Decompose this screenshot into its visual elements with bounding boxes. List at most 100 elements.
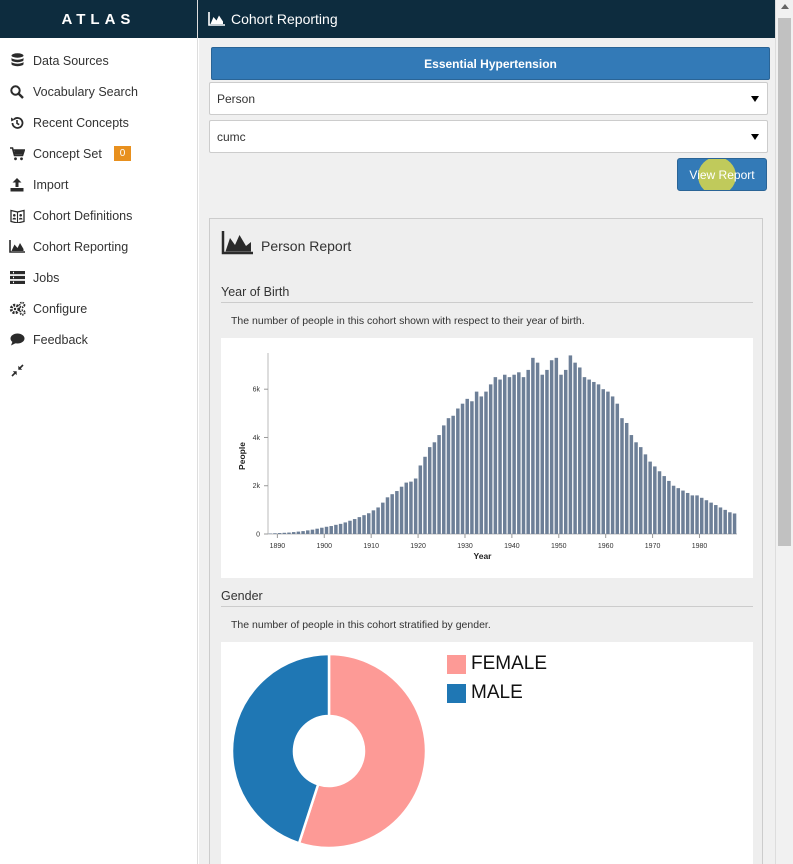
gender-heading: Gender — [221, 589, 753, 607]
report-type-value: Person — [217, 91, 256, 106]
sidebar-item-label: Data Sources — [33, 53, 109, 68]
view-report-button[interactable]: View Report — [677, 158, 767, 191]
histogram-bar — [653, 466, 657, 534]
x-tick-label: 1970 — [645, 543, 661, 550]
histogram-bar — [699, 497, 704, 534]
report-panel: Person Report Year of Birth The number o… — [209, 218, 763, 864]
histogram-bar — [531, 357, 535, 534]
histogram-bar — [277, 533, 282, 534]
sidebar-item-configure[interactable]: Configure — [0, 293, 198, 324]
histogram-bar — [676, 488, 681, 534]
histogram-bar — [418, 465, 423, 534]
histogram-bar — [718, 507, 723, 534]
histogram-bar — [634, 442, 638, 534]
histogram-bar — [695, 495, 699, 534]
sidebar-item-import[interactable]: Import — [0, 169, 198, 200]
year-of-birth-chart: 1890 1900 1910 1920 1930 1940 1950 1960 1970 1980… — [221, 338, 753, 578]
sidebar-collapse-button[interactable] — [0, 355, 40, 386]
histogram-bar — [512, 374, 516, 534]
histogram-bar — [498, 379, 502, 534]
histogram-bar — [287, 532, 291, 534]
y-axis-label: People — [237, 442, 247, 470]
year-of-birth-description: The number of people in this cohort show… — [231, 315, 585, 327]
sidebar-item-concept-set[interactable]: Concept Set 0 — [0, 138, 198, 169]
histogram-bar — [704, 500, 709, 534]
sidebar-item-vocabulary-search[interactable]: Vocabulary Search — [0, 76, 198, 107]
x-tick-label: 1930 — [457, 543, 473, 550]
concept-set-count-badge: 0 — [113, 146, 132, 161]
histogram-bar — [334, 524, 338, 534]
report-type-select[interactable]: Person — [209, 82, 768, 115]
sidebar-item-cohort-reporting[interactable]: Cohort Reporting — [0, 231, 198, 262]
histogram-bar — [615, 403, 620, 534]
histogram-bar — [362, 515, 366, 534]
histogram-bar — [728, 512, 732, 534]
histogram-bar — [709, 502, 713, 534]
histogram-bar — [723, 509, 727, 534]
scrollbar-thumb[interactable] — [778, 18, 791, 546]
histogram-bar — [306, 530, 310, 534]
histogram-bar — [456, 408, 460, 534]
histogram-bar — [629, 435, 634, 534]
caret-down-icon — [751, 134, 759, 140]
histogram-bar — [690, 495, 695, 534]
x-tick-label: 1910 — [363, 543, 379, 550]
histogram-bar — [381, 502, 385, 534]
histogram-bar — [517, 372, 521, 534]
y-tick-label: 4k — [253, 435, 261, 442]
histogram-bar — [465, 398, 469, 534]
scroll-up-arrow-icon[interactable] — [781, 4, 789, 9]
area-chart-icon — [8, 239, 26, 255]
histogram-bar — [554, 357, 559, 534]
sidebar-item-label: Configure — [33, 301, 88, 316]
histogram-bar — [639, 447, 643, 534]
histogram-bar — [395, 491, 399, 534]
sidebar-item-label: Import — [33, 177, 69, 192]
list-icon — [8, 270, 26, 286]
y-tick-label: 0 — [256, 532, 260, 539]
histogram-bar — [643, 454, 648, 534]
histogram-bar — [606, 391, 610, 534]
sidebar-item-cohort-definitions[interactable]: Cohort Definitions — [0, 200, 198, 231]
brand-logo[interactable]: ATLAS — [0, 0, 197, 38]
report-header: Person Report — [221, 231, 351, 260]
histogram-bar — [549, 360, 554, 534]
histogram-bar — [310, 529, 315, 534]
gender-donut — [230, 652, 428, 850]
histogram-bar — [366, 513, 371, 534]
gender-chart: FEMALE MALE — [221, 642, 753, 864]
histogram-bar — [451, 415, 455, 534]
histogram-bar — [671, 485, 676, 534]
histogram-bar — [620, 418, 624, 534]
gender-description: The number of people in this cohort stra… — [231, 619, 491, 631]
legend-swatch-male — [447, 683, 466, 703]
histogram-bar — [357, 517, 362, 534]
sidebar-item-jobs[interactable]: Jobs — [0, 262, 198, 293]
history-icon — [8, 115, 26, 131]
histogram-bar — [371, 510, 376, 534]
histogram-bar — [446, 418, 451, 534]
legend-label-female: FEMALE — [471, 653, 548, 674]
histogram-bar — [479, 396, 484, 534]
histogram-bar — [343, 522, 348, 534]
cohort-selector-button[interactable]: Essential Hypertension — [211, 47, 770, 80]
histogram-bar — [474, 391, 479, 534]
histogram-bar — [657, 471, 662, 534]
main-content: Essential Hypertension Person cumc View … — [199, 38, 775, 864]
gears-icon — [8, 301, 26, 317]
histogram-bar — [732, 513, 737, 534]
vertical-scrollbar[interactable] — [775, 0, 793, 864]
histogram-bar — [540, 374, 545, 534]
histogram-bar — [667, 480, 671, 534]
histogram-bar — [587, 379, 591, 534]
year-of-birth-histogram: 1890 1900 1910 1920 1930 1940 1950 1960 1970 1980… — [237, 353, 737, 561]
sidebar-item-data-sources[interactable]: Data Sources — [0, 45, 198, 76]
legend-female: FEMALE — [447, 653, 547, 675]
data-source-select[interactable]: cumc — [209, 120, 768, 153]
sidebar-item-feedback[interactable]: Feedback — [0, 324, 198, 355]
histogram-bar — [460, 403, 465, 534]
sidebar-item-recent-concepts[interactable]: Recent Concepts — [0, 107, 198, 138]
histogram-bar — [681, 490, 685, 534]
histogram-bar — [427, 447, 432, 534]
histogram-bar — [535, 362, 540, 534]
